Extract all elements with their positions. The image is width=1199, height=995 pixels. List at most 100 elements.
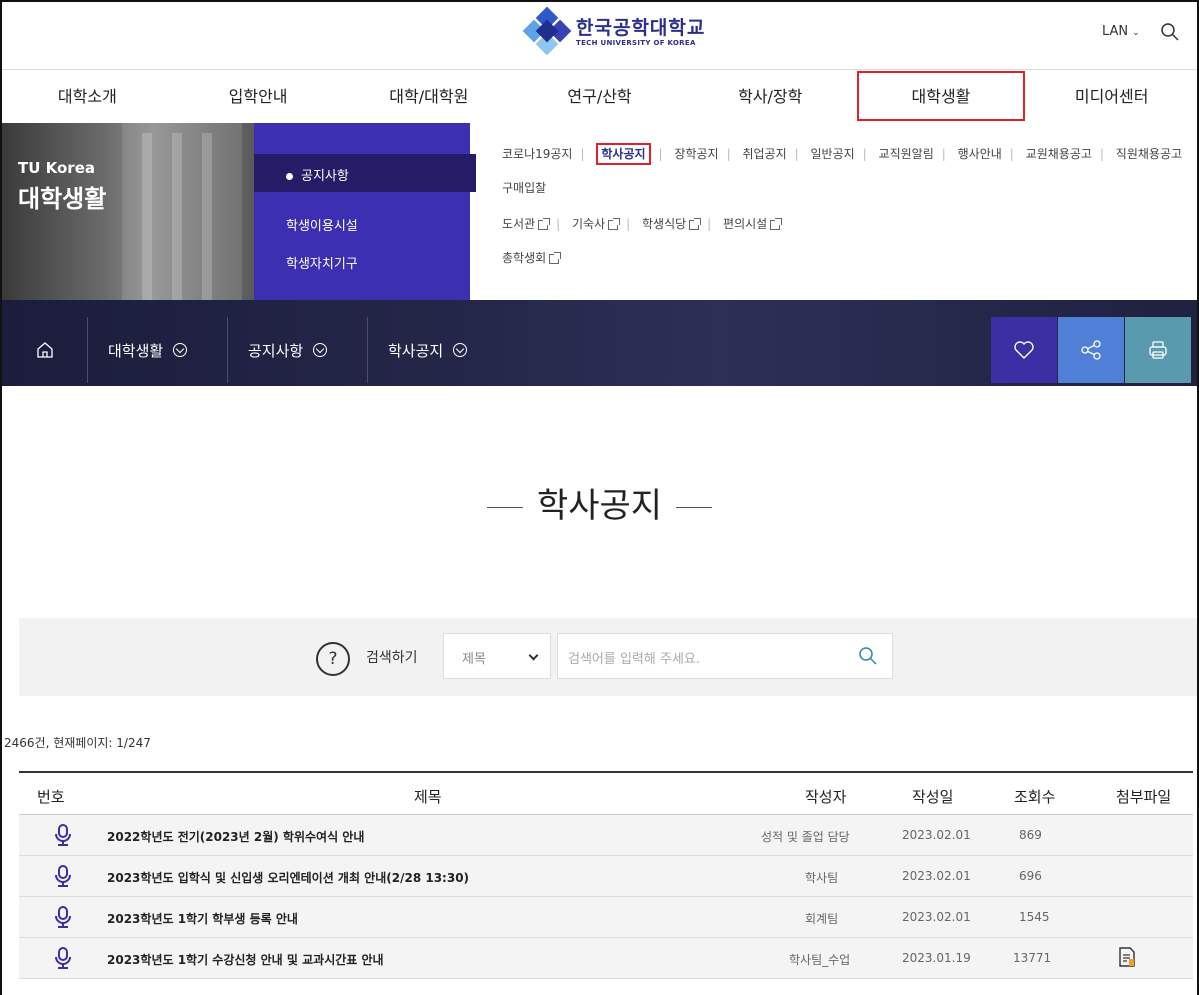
print-button[interactable] — [1125, 317, 1191, 383]
breadcrumb-academic-notice[interactable]: 학사공지 — [368, 317, 508, 383]
breadcrumb-bar: 대학생활 공지사항 학사공지 — [2, 300, 1197, 386]
external-link-icon — [770, 217, 783, 230]
like-button[interactable] — [991, 317, 1057, 383]
bullet-dot-icon — [286, 173, 293, 180]
row-title[interactable]: 2022학년도 전기(2023년 2월) 학위수여식 안내 — [107, 828, 364, 845]
nav-item-about[interactable]: 대학소개 — [2, 71, 173, 123]
external-link-icon — [538, 217, 551, 230]
row-author: 학사팀_수업 — [789, 953, 851, 967]
link-convenience-label: 편의시설 — [723, 217, 768, 231]
nav-item-research[interactable]: 연구/산학 — [514, 71, 685, 123]
nav-item-colleges[interactable]: 대학/대학원 — [343, 71, 514, 123]
notice-microphone-icon — [55, 865, 71, 887]
chevron-down-circle-icon — [313, 343, 328, 357]
panel-eyebrow: TU Korea — [18, 159, 95, 177]
language-label: LAN — [1102, 24, 1129, 39]
table-row[interactable]: 2023학년도 1학기 학부생 등록 안내 회계팀 2023.02.01 154… — [19, 897, 1193, 938]
university-logo[interactable]: 한국공학대학교 TECH UNIVERSITY OF KOREA — [522, 6, 706, 56]
nav-item-academics[interactable]: 학사/장학 — [685, 71, 856, 123]
link-events[interactable]: 행사안내 — [958, 147, 1002, 161]
search-select-value: 제목 — [462, 652, 486, 667]
link-academic-notice[interactable]: 학사공지 — [596, 143, 651, 165]
header-attachment: 첨부파일 — [1116, 788, 1172, 806]
breadcrumb-label: 공지사항 — [248, 341, 304, 360]
heart-icon — [1014, 341, 1034, 359]
search-field-select[interactable]: 제목 — [443, 633, 551, 679]
header-views: 조회수 — [1014, 788, 1056, 806]
submenu-item-facilities[interactable]: 학생이용시설 — [286, 215, 358, 234]
attachment-file-icon[interactable] — [1119, 947, 1135, 967]
table-row[interactable]: 2023학년도 1학기 수강신청 안내 및 교과시간표 안내 학사팀_수업 20… — [19, 938, 1193, 979]
header-title: 제목 — [414, 788, 442, 806]
search-submit-icon[interactable] — [858, 646, 878, 666]
link-employment[interactable]: 취업공지 — [742, 147, 786, 161]
table-row[interactable]: 2022학년도 전기(2023년 2월) 학위수여식 안내 성적 및 졸업 담당… — [19, 815, 1193, 856]
table-header: 번호 제목 작성자 작성일 조회수 첨부파일 — [19, 771, 1193, 815]
link-procurement[interactable]: 구매입찰 — [502, 181, 546, 195]
link-convenience[interactable]: 편의시설 — [723, 217, 783, 231]
link-dormitory-label: 기숙사 — [572, 217, 606, 231]
row-date: 2023.02.01 — [902, 869, 971, 883]
panel-submenu: 공지사항 학생이용시설 학생자치기구 — [254, 123, 476, 300]
chevron-down-icon: ⌄ — [1132, 28, 1140, 38]
logo-english-text: TECH UNIVERSITY OF KOREA — [576, 39, 696, 47]
title-dash-right — [676, 507, 713, 508]
campus-building-image: TU Korea 대학생활 — [2, 123, 254, 300]
link-general[interactable]: 일반공지 — [811, 147, 855, 161]
result-count: 2466건, 현재페이지: 1/247 — [4, 736, 151, 750]
search-input[interactable]: 검색어를 입력해 주세요. — [557, 633, 893, 679]
link-library-label: 도서관 — [502, 217, 536, 231]
language-selector[interactable]: LAN ⌄ — [1102, 24, 1140, 39]
link-library[interactable]: 도서관 — [502, 217, 551, 231]
row-title[interactable]: 2023학년도 1학기 수강신청 안내 및 교과시간표 안내 — [107, 951, 384, 968]
link-staff-notice[interactable]: 교직원알림 — [879, 147, 934, 161]
breadcrumb-campus-life[interactable]: 대학생활 — [88, 317, 228, 383]
share-icon — [1081, 340, 1101, 360]
link-cafeteria[interactable]: 학생식당 — [642, 217, 702, 231]
row-date: 2023.02.01 — [902, 828, 971, 842]
external-link-icon — [689, 217, 702, 230]
row-author: 학사팀 — [805, 871, 839, 885]
header-date: 작성일 — [912, 788, 954, 806]
link-dormitory[interactable]: 기숙사 — [572, 217, 621, 231]
row-views: 13771 — [1013, 951, 1052, 965]
breadcrumb-notices[interactable]: 공지사항 — [228, 317, 368, 383]
link-staff-hiring[interactable]: 직원채용공고 — [1116, 147, 1182, 161]
link-faculty-hiring[interactable]: 교원채용공고 — [1026, 147, 1092, 161]
breadcrumb: 대학생활 공지사항 학사공지 — [2, 317, 508, 383]
header-number: 번호 — [37, 788, 65, 806]
nav-item-media[interactable]: 미디어센터 — [1026, 71, 1197, 123]
row-date: 2023.01.19 — [902, 951, 971, 965]
row-title[interactable]: 2023학년도 1학기 학부생 등록 안내 — [107, 910, 298, 927]
share-button[interactable] — [1058, 317, 1124, 383]
submenu-item-label: 공지사항 — [301, 169, 349, 184]
notice-microphone-icon — [55, 824, 71, 846]
mega-menu-panel: TU Korea 대학생활 공지사항 학생이용시설 학생자치기구 코로나19공지… — [2, 123, 1197, 300]
breadcrumb-label: 학사공지 — [388, 341, 444, 360]
home-icon — [36, 342, 53, 358]
notice-table: 번호 제목 작성자 작성일 조회수 첨부파일 2022학년도 전기(2023년 … — [19, 771, 1193, 979]
nav-item-admission[interactable]: 입학안내 — [173, 71, 344, 123]
printer-icon — [1149, 341, 1167, 359]
panel-title: 대학생활 — [18, 185, 107, 213]
external-link-icon — [608, 217, 621, 230]
table-row[interactable]: 2023학년도 입학식 및 신입생 오리엔테이션 개최 안내(2/28 13:3… — [19, 856, 1193, 897]
search-icon[interactable] — [1160, 22, 1180, 42]
link-covid[interactable]: 코로나19공지 — [502, 147, 572, 161]
breadcrumb-label: 대학생활 — [108, 341, 164, 360]
logo-mark-icon — [522, 6, 572, 56]
notice-microphone-icon — [55, 947, 71, 969]
search-label: 검색하기 — [366, 650, 418, 666]
link-scholarship[interactable]: 장학공지 — [674, 147, 718, 161]
submenu-item-student-council[interactable]: 학생자치기구 — [286, 253, 358, 272]
chevron-down-circle-icon — [173, 343, 188, 357]
link-student-union[interactable]: 총학생회 — [502, 251, 562, 265]
logo-korean-text: 한국공학대학교 — [576, 17, 706, 39]
row-views: 1545 — [1019, 910, 1050, 924]
help-icon: ? — [316, 642, 350, 676]
submenu-item-notices[interactable]: 공지사항 — [286, 165, 349, 184]
row-title[interactable]: 2023학년도 입학식 및 신입생 오리엔테이션 개최 안내(2/28 13:3… — [107, 869, 469, 886]
home-button[interactable] — [2, 317, 88, 383]
top-header: 한국공학대학교 TECH UNIVERSITY OF KOREA LAN ⌄ — [2, 2, 1197, 70]
page-title-text: 학사공지 — [536, 486, 663, 526]
